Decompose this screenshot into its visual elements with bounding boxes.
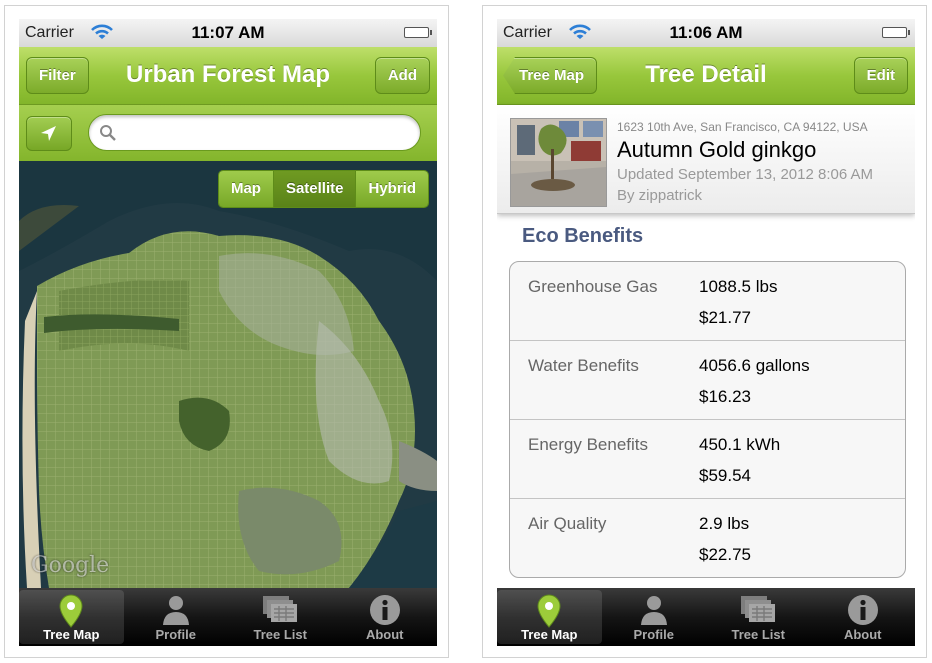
tab-profile[interactable]: Profile: [124, 588, 229, 646]
map-screen: Carrier 11:07 AM Filter Urban Forest Map…: [19, 19, 437, 646]
tab-label: Tree Map: [43, 627, 100, 642]
status-time: 11:07 AM: [191, 23, 265, 42]
detail-screen: Carrier 11:06 AM Tree Map Tree Detail Ed…: [497, 19, 915, 646]
satellite-map[interactable]: Map Satellite Hybrid Google: [19, 161, 437, 588]
tab-label: Profile: [155, 627, 196, 642]
eco-benefits-title: Eco Benefits: [522, 225, 644, 247]
detail-content: 1623 10th Ave, San Francisco, CA 94122, …: [497, 105, 915, 588]
profile-icon: [162, 596, 189, 625]
tab-label: Tree Map: [521, 627, 578, 642]
eco-label: Greenhouse Gas: [528, 277, 658, 296]
add-button[interactable]: Add: [374, 57, 430, 94]
eco-row-water-benefits: Water Benefits 4056.6 gallons $16.23: [510, 341, 905, 420]
tab-bar: Tree Map Profile Tree List About: [19, 588, 437, 646]
tab-about[interactable]: About: [811, 588, 916, 646]
map-screen-frame: Carrier 11:07 AM Filter Urban Forest Map…: [4, 5, 449, 658]
locate-button[interactable]: [26, 116, 72, 151]
search-icon: [100, 125, 116, 141]
eco-amount: 450.1 kWh: [699, 435, 781, 454]
eco-amount: 2.9 lbs: [699, 514, 750, 533]
tree-updated: Updated September 13, 2012 8:06 AM: [617, 166, 874, 183]
google-logo: Google: [31, 553, 110, 578]
tab-label: Tree List: [731, 627, 785, 642]
edit-button[interactable]: Edit: [853, 57, 908, 94]
tree-address: 1623 10th Ave, San Francisco, CA 94122, …: [617, 120, 868, 134]
search-input[interactable]: [123, 121, 407, 145]
nav-bar: Tree Map Tree Detail Edit: [497, 47, 915, 105]
eco-money: $59.54: [699, 466, 751, 485]
nav-bar: Filter Urban Forest Map Add: [19, 47, 437, 105]
eco-money: $21.77: [699, 308, 751, 327]
eco-label: Water Benefits: [528, 356, 639, 375]
eco-label: Air Quality: [528, 514, 607, 533]
tree-photo[interactable]: [510, 118, 607, 207]
map-pin-icon: [59, 594, 83, 628]
tab-label: Tree List: [253, 627, 307, 642]
eco-money: $22.75: [699, 545, 751, 564]
tab-label: Profile: [633, 627, 674, 642]
search-bar: [19, 105, 437, 161]
battery-icon: [882, 27, 910, 38]
tree-author: By zippatrick: [617, 187, 703, 204]
status-bar: Carrier 11:07 AM: [19, 19, 437, 47]
tab-tree-map[interactable]: Tree Map: [19, 590, 124, 644]
page-title: Tree Detail: [645, 61, 767, 88]
tab-bar: Tree Map Profile Tree List About: [497, 588, 915, 646]
battery-icon: [404, 27, 432, 38]
eco-label: Energy Benefits: [528, 435, 649, 454]
eco-row-energy-benefits: Energy Benefits 450.1 kWh $59.54: [510, 420, 905, 499]
status-time: 11:06 AM: [669, 23, 743, 42]
profile-icon: [640, 596, 667, 625]
tree-name: Autumn Gold ginkgo: [617, 137, 817, 162]
map-type-selector: Map Satellite Hybrid: [217, 170, 429, 208]
tab-tree-list[interactable]: Tree List: [228, 588, 333, 646]
info-icon: [369, 595, 400, 625]
eco-money: $16.23: [699, 387, 751, 406]
tab-tree-list[interactable]: Tree List: [706, 588, 811, 646]
eco-benefits-table: Greenhouse Gas 1088.5 lbs $21.77 Water B…: [509, 261, 906, 578]
eco-row-greenhouse-gas: Greenhouse Gas 1088.5 lbs $21.77: [510, 262, 905, 341]
map-imagery: [19, 161, 437, 588]
eco-amount: 1088.5 lbs: [699, 277, 778, 296]
map-type-hybrid[interactable]: Hybrid: [356, 171, 428, 207]
tree-header: 1623 10th Ave, San Francisco, CA 94122, …: [497, 105, 915, 214]
map-type-map[interactable]: Map: [218, 171, 274, 207]
tree-list-icon: [741, 596, 776, 622]
search-field[interactable]: [88, 114, 421, 151]
tab-about[interactable]: About: [333, 588, 438, 646]
tree-list-icon: [263, 596, 298, 622]
map-type-satellite[interactable]: Satellite: [273, 171, 357, 207]
tab-profile[interactable]: Profile: [602, 588, 707, 646]
tab-tree-map[interactable]: Tree Map: [497, 590, 602, 644]
tab-label: About: [843, 627, 882, 642]
eco-row-air-quality: Air Quality 2.9 lbs $22.75: [510, 499, 905, 577]
info-icon: [847, 595, 878, 625]
status-bar: Carrier 11:06 AM: [497, 19, 915, 47]
eco-amount: 4056.6 gallons: [699, 356, 810, 375]
tab-label: About: [365, 627, 404, 642]
map-pin-icon: [537, 594, 561, 628]
location-arrow-icon: [41, 126, 56, 141]
detail-screen-frame: Carrier 11:06 AM Tree Map Tree Detail Ed…: [482, 5, 927, 658]
